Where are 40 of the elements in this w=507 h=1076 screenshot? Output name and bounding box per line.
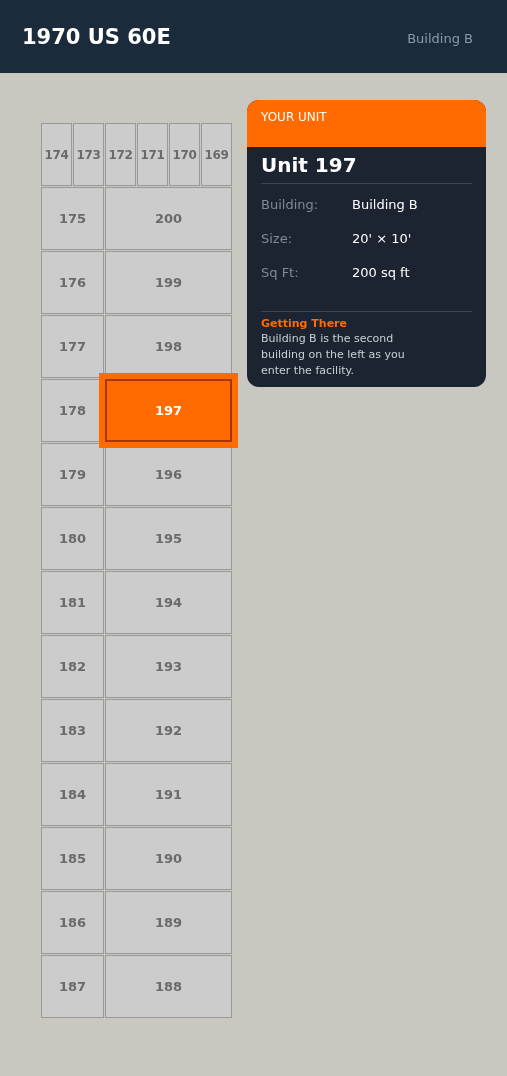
storage-unit[interactable]: 194: [105, 571, 232, 634]
address-title: 1970 US 60E: [22, 24, 171, 49]
directions-text: Building B is the second building on the left as you enter the facility.: [261, 331, 406, 379]
detail-value: 200 sq ft: [352, 264, 410, 281]
storage-unit[interactable]: 185: [41, 827, 104, 890]
storage-unit[interactable]: 195: [105, 507, 232, 570]
storage-unit[interactable]: 200: [105, 187, 232, 250]
storage-unit[interactable]: 193: [105, 635, 232, 698]
storage-unit[interactable]: 199: [105, 251, 232, 314]
unit-title: Unit 197: [261, 153, 472, 184]
storage-unit[interactable]: 179: [41, 443, 104, 506]
card-eyebrow: YOUR UNIT: [261, 110, 327, 124]
detail-label: Sq Ft:: [261, 264, 300, 281]
detail-value: Building B: [352, 196, 418, 213]
storage-unit[interactable]: 175: [41, 187, 104, 250]
storage-unit[interactable]: 188: [105, 955, 232, 1018]
storage-unit[interactable]: 171: [137, 123, 168, 186]
storage-unit[interactable]: 170: [169, 123, 200, 186]
detail-value: 20' × 10': [352, 230, 412, 247]
storage-unit[interactable]: 183: [41, 699, 104, 762]
storage-unit[interactable]: 187: [41, 955, 104, 1018]
storage-unit[interactable]: 184: [41, 763, 104, 826]
building-label: Building B: [407, 30, 473, 46]
storage-unit[interactable]: 181: [41, 571, 104, 634]
storage-unit[interactable]: 180: [41, 507, 104, 570]
storage-unit[interactable]: 182: [41, 635, 104, 698]
storage-unit[interactable]: 174: [41, 123, 72, 186]
storage-unit[interactable]: 190: [105, 827, 232, 890]
directions-heading: Getting There: [261, 317, 348, 331]
storage-unit[interactable]: 173: [73, 123, 104, 186]
detail-label: Building:: [261, 196, 320, 213]
storage-unit[interactable]: 169: [201, 123, 232, 186]
storage-unit[interactable]: 189: [105, 891, 232, 954]
detail-label: Size:: [261, 230, 294, 247]
storage-unit[interactable]: 176: [41, 251, 104, 314]
storage-unit[interactable]: 191: [105, 763, 232, 826]
storage-unit[interactable]: 172: [105, 123, 136, 186]
storage-unit[interactable]: 192: [105, 699, 232, 762]
storage-unit[interactable]: 186: [41, 891, 104, 954]
storage-unit[interactable]: 177: [41, 315, 104, 378]
